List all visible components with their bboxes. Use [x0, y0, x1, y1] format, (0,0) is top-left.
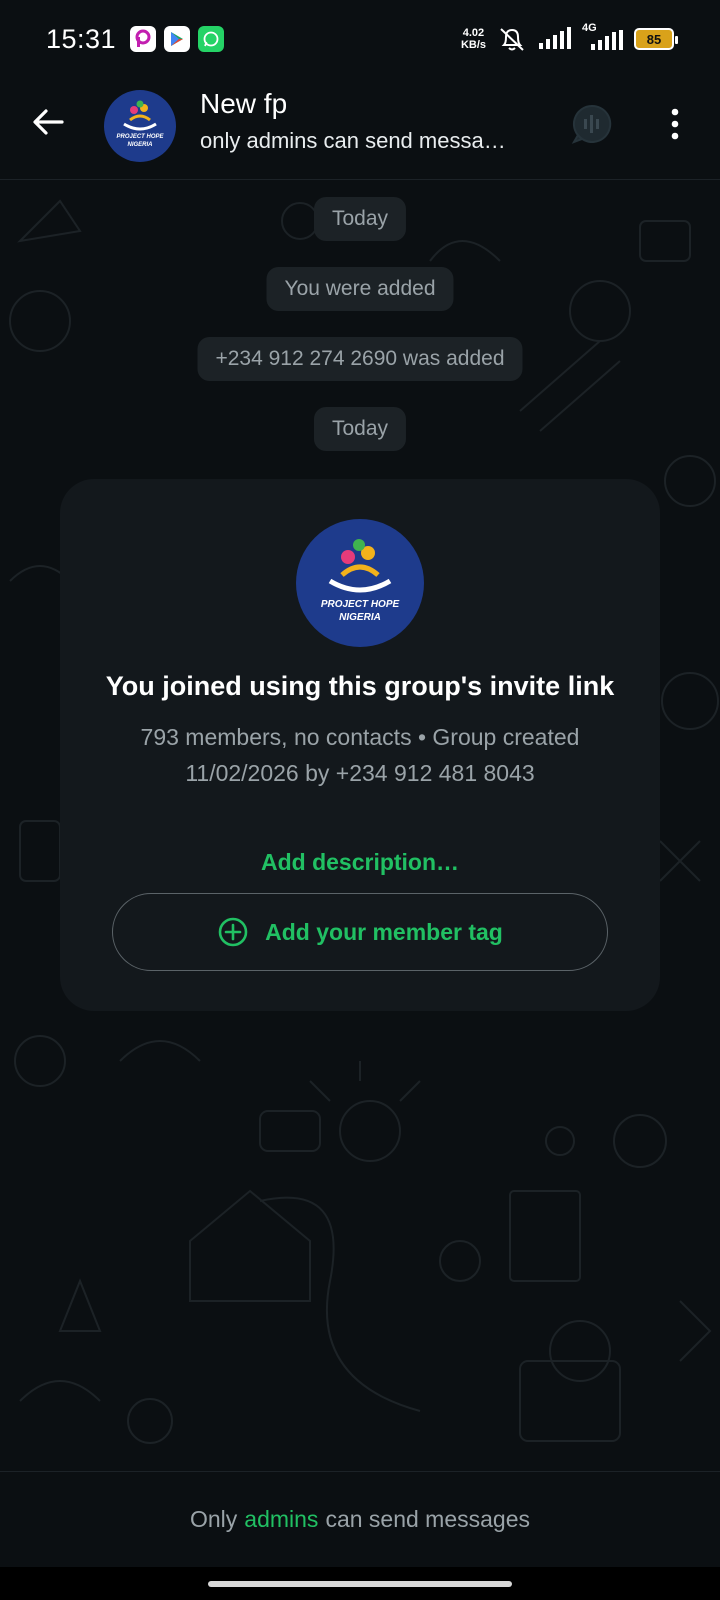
project-hope-logo: PROJECT HOPE NIGERIA: [321, 539, 400, 623]
add-member-tag-label: Add your member tag: [265, 918, 503, 945]
svg-text:PROJECT HOPE: PROJECT HOPE: [321, 599, 400, 610]
add-member-tag-button[interactable]: Add your member tag: [112, 893, 608, 971]
date-separator: Today: [313, 407, 407, 451]
date-separator: Today: [313, 197, 407, 241]
group-meta: 793 members, no contacts • Group created…: [140, 724, 580, 786]
add-description-link[interactable]: Add description…: [60, 849, 660, 876]
group-subtitle: only admins can send messa…: [200, 128, 506, 153]
4g-signal-icon: 4G: [582, 22, 624, 52]
status-time: 15:31: [46, 23, 117, 54]
invite-link-title: You joined using this group's invite lin…: [105, 671, 615, 701]
svg-text:NIGERIA: NIGERIA: [339, 612, 381, 623]
chat-title-block[interactable]: New fp only admins can send messa…: [200, 88, 540, 154]
arrow-left-icon: [33, 109, 64, 135]
whatsapp-app-icon: [198, 26, 225, 52]
mute-bell-icon: [500, 28, 524, 51]
plus-circle-icon: [218, 917, 248, 947]
battery-icon: 85: [634, 28, 678, 50]
more-options-button[interactable]: [662, 104, 688, 144]
admins-link[interactable]: admins: [244, 1506, 318, 1533]
project-hope-logo: PROJECT HOPE NIGERIA: [116, 100, 165, 148]
play-store-icon: [164, 26, 191, 52]
notification-icons: [130, 26, 225, 52]
svg-text:NIGERIA: NIGERIA: [127, 142, 152, 148]
gesture-nav-bar: [0, 1567, 720, 1600]
group-avatar[interactable]: PROJECT HOPE NIGERIA: [104, 90, 176, 162]
status-right: 4.02 KB/s 4G 85: [460, 22, 678, 53]
system-message: +234 912 274 2690 was added: [197, 337, 523, 381]
admins-only-footer: Only admins can send messages: [0, 1471, 720, 1567]
network-speed: 4.02 KB/s: [460, 27, 486, 51]
picsart-app-icon: [130, 26, 157, 52]
status-bar: 15:31 4.02 KB/s 4G 85: [0, 0, 720, 78]
group-info-card: PROJECT HOPE NIGERIA You joined using th…: [60, 479, 660, 1011]
signal-icon: [539, 27, 571, 49]
group-logo[interactable]: PROJECT HOPE NIGERIA: [296, 519, 424, 647]
chat-area[interactable]: Today You were added +234 912 274 2690 w…: [0, 181, 720, 1471]
svg-text:PROJECT HOPE: PROJECT HOPE: [116, 134, 164, 140]
back-button[interactable]: [28, 102, 68, 142]
group-name: New fp: [200, 88, 288, 119]
voice-chat-button[interactable]: [570, 102, 614, 146]
home-handle[interactable]: [208, 1581, 512, 1587]
system-message: You were added: [266, 267, 454, 311]
kebab-menu-icon: [671, 108, 679, 140]
chat-header: PROJECT HOPE NIGERIA New fp only admins …: [0, 78, 720, 180]
voice-chat-icon: [571, 104, 612, 144]
